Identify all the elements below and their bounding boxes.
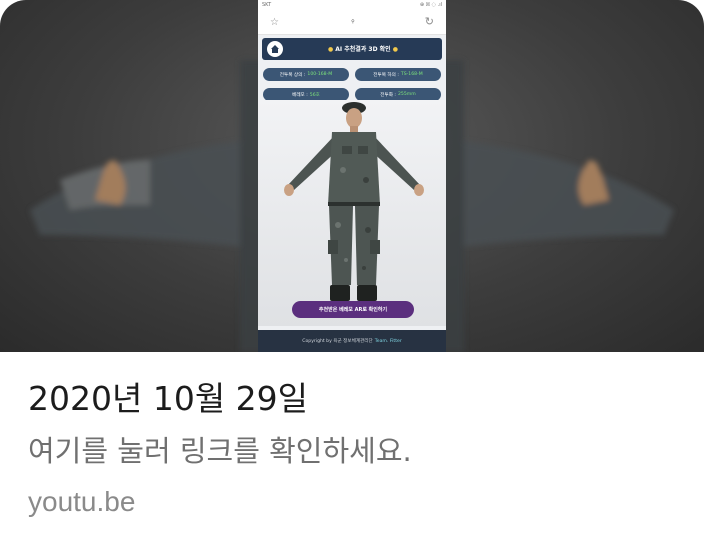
app-header: ● AI 추천결과 3D 확인 ●	[262, 38, 442, 60]
3d-model-view	[258, 100, 446, 326]
copyright-text: Copyright by 육군 정보체계관리단	[302, 339, 373, 344]
soldier-3d-model-image	[284, 102, 424, 301]
chip-bottom: 전투복 하의 : TS-168-M	[355, 68, 441, 81]
chip-value: 255mm	[397, 92, 416, 97]
chip-label: 베레모 :	[292, 92, 308, 98]
copyright-footer: Copyright by 육군 정보체계관리단 Team. Fitter	[258, 330, 446, 352]
chip-label: 전투복 하의 :	[373, 72, 399, 78]
app-title: ● AI 추천결과 3D 확인 ●	[288, 44, 438, 53]
home-icon	[271, 45, 279, 53]
link-preview-card[interactable]: SKT ⊕ ☒ ◌ .ıl ☆ ⚲ ↻ ● AI 추천결과 3D 확인 ● 전투…	[0, 0, 704, 545]
ar-check-button: 추천받은 베레모 AR로 확인하기	[292, 301, 414, 318]
title-dot-right: ●	[392, 46, 399, 53]
chip-value: TS-168-M	[400, 72, 423, 77]
home-button	[267, 41, 283, 57]
browser-address-bar: ☆ ⚲ ↻	[258, 11, 446, 35]
video-thumbnail[interactable]: SKT ⊕ ☒ ◌ .ıl ☆ ⚲ ↻ ● AI 추천결과 3D 확인 ● 전투…	[0, 0, 704, 352]
phone-screenshot: SKT ⊕ ☒ ◌ .ıl ☆ ⚲ ↻ ● AI 추천결과 3D 확인 ● 전투…	[258, 0, 446, 352]
copyright-team: Team. Fitter	[374, 338, 402, 344]
chip-value: 56호	[309, 92, 320, 98]
status-icons: ⊕ ☒ ◌ .ıl	[419, 2, 442, 8]
chip-label: 전투복 상의 :	[279, 72, 306, 78]
chip-top: 전투복 상의 : 100-168-M	[263, 68, 349, 81]
carrier-label: SKT	[262, 2, 272, 8]
reload-icon: ↻	[424, 15, 434, 28]
chip-label: 전투화 :	[380, 92, 396, 98]
link-title[interactable]: 2020년 10월 29일	[28, 372, 308, 420]
link-domain[interactable]: youtu.be	[28, 486, 135, 518]
chip-value: 100-168-M	[307, 72, 333, 77]
app-title-text: AI 추천결과 3D 확인	[335, 46, 391, 53]
link-description[interactable]: 여기를 눌러 링크를 확인하세요.	[28, 428, 412, 470]
star-icon: ☆	[270, 17, 279, 28]
address-url: ⚲	[351, 19, 355, 25]
phone-status-bar: SKT ⊕ ☒ ◌ .ıl	[258, 0, 446, 11]
title-dot-left: ●	[327, 46, 334, 53]
